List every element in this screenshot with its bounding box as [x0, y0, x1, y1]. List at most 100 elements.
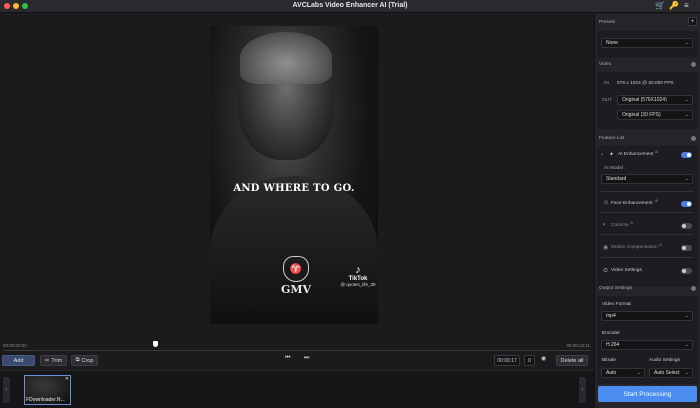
face-enhancement-toggle[interactable]: [681, 201, 692, 207]
video-format-label: Video Format: [602, 302, 631, 307]
edit-toolbar: Add ✂ Trim ⧉ Crop ⏮ ⏭ 00:00:17 0 ◉ Delet…: [0, 354, 594, 370]
presets-dropdown[interactable]: None ⌄: [601, 38, 693, 48]
eye-icon[interactable]: ◉: [541, 355, 546, 362]
timeline-end-time: 00:00:12:11: [566, 343, 590, 348]
title-bar: AVCLabs Video Enhancer AI (Trial) 🛒 🔑 ≡: [0, 0, 700, 13]
in-label: IN: [604, 81, 609, 86]
chevron-down-icon: ⌄: [684, 313, 689, 319]
colorize-toggle[interactable]: [681, 223, 692, 229]
video-info-icon[interactable]: [691, 62, 696, 67]
out-resolution-dropdown[interactable]: Original (576X1024) ⌄: [617, 95, 693, 105]
presets-title: Presets: [599, 20, 616, 25]
feature-list-title: Feature List: [599, 136, 625, 141]
colorize-label: Colorize: [611, 223, 629, 228]
cart-icon[interactable]: 🛒: [655, 1, 665, 10]
ai-model-dropdown[interactable]: Standard ⌄: [601, 174, 693, 184]
palette-icon: ◐: [603, 222, 607, 228]
chevron-down-icon: ⌄: [684, 370, 689, 376]
magic-wand-icon: ✦: [609, 152, 615, 158]
presets-panel: None ⌄: [597, 31, 698, 58]
ai-model-label: AI Model :: [604, 166, 626, 171]
motion-compensation-sup: AI: [659, 243, 663, 247]
close-icon[interactable]: ✕: [65, 376, 69, 382]
strip-left-arrow-icon[interactable]: ‹: [3, 377, 10, 403]
add-preset-icon[interactable]: +: [688, 17, 697, 26]
video-section-title: Video: [599, 62, 612, 67]
face-enhancement-sup: AI: [655, 199, 659, 203]
feature-list-info-icon[interactable]: [691, 136, 696, 141]
chevron-down-icon: ⌄: [636, 370, 641, 376]
key-icon[interactable]: 🔑: [669, 1, 679, 10]
encoder-dropdown[interactable]: H.264 ⌄: [601, 340, 693, 350]
crop-button[interactable]: ⧉ Crop: [71, 355, 98, 366]
chevron-down-icon: ⌄: [684, 97, 689, 103]
out-label: OUT: [602, 98, 613, 103]
add-button-label: Add: [13, 357, 24, 364]
feature-list-panel: ⌄ ✦ AI Enhancement AI AI Model : Standar…: [597, 146, 698, 286]
start-processing-button[interactable]: Start Processing: [598, 386, 697, 402]
timeline[interactable]: 00:00:00:00 00:00:12:11: [0, 340, 594, 354]
divider: [601, 234, 694, 235]
crop-icon: ⧉: [75, 357, 80, 363]
chevron-down-icon: ⌄: [684, 342, 689, 348]
playhead-handle[interactable]: [153, 341, 158, 347]
divider: [601, 191, 694, 192]
motion-compensation-toggle[interactable]: [681, 245, 692, 251]
out-fps-dropdown[interactable]: Original (30 FPS) ⌄: [617, 110, 693, 120]
output-settings-panel: Video Format mp4 ⌄ Encoder H.264 ⌄ Bitrate…: [597, 296, 698, 384]
chevron-down-icon: ⌄: [684, 112, 689, 118]
preview-area: AND WHERE TO GO. ♈ GMV ♪ TikTok @ quotes…: [0, 14, 594, 340]
out-fps-value: Original (30 FPS): [622, 112, 661, 118]
divider: [601, 257, 694, 258]
gmv-text: GMV: [280, 283, 312, 296]
timeline-start-time: 00:00:00:00: [3, 343, 27, 348]
ai-enhancement-toggle[interactable]: [681, 152, 692, 158]
audio-settings-dropdown[interactable]: Auto Select ⌄: [649, 368, 693, 378]
encoder-label: Encoder: [602, 331, 620, 336]
ai-model-value: Standard: [606, 176, 627, 182]
goat-logo-icon: ♈: [283, 256, 309, 282]
ai-enhancement-sup: AI: [655, 150, 659, 154]
output-settings-title: Output Settings: [599, 286, 633, 291]
next-frame-icon[interactable]: ⏭: [304, 355, 309, 362]
audio-settings-value: Auto Select: [654, 370, 680, 376]
menu-icon[interactable]: ≡: [684, 1, 689, 10]
video-settings-toggle[interactable]: [681, 268, 692, 274]
frame-field[interactable]: 0: [524, 355, 535, 366]
settings-sidebar: Presets + None ⌄ Video IN 576 x 1024 @ 30…: [594, 14, 700, 408]
delete-all-button[interactable]: Delete all: [556, 355, 588, 366]
tiktok-user: @ quotes_life_39: [340, 282, 376, 287]
video-format-dropdown[interactable]: mp4 ⌄: [601, 311, 693, 321]
presets-value: None: [606, 40, 618, 46]
bitrate-value: Auto: [606, 370, 617, 376]
gmv-watermark: ♈ GMV: [276, 256, 316, 296]
scissors-icon: ✂: [44, 357, 50, 364]
clip-strip: ‹ ✕ FDownloader.N... ›: [0, 370, 594, 408]
video-caption: AND WHERE TO GO.: [233, 183, 355, 194]
start-processing-label: Start Processing: [623, 390, 672, 398]
encoder-value: H.264: [606, 342, 620, 348]
in-value: 576 x 1024 @ 30.000 FPS: [617, 81, 674, 86]
motion-icon: ◉: [603, 245, 609, 251]
trim-button[interactable]: ✂ Trim: [40, 355, 67, 366]
timeline-track[interactable]: [4, 350, 590, 351]
tiktok-watermark: ♪ TikTok @ quotes_life_39: [338, 264, 378, 287]
chevron-down-icon: ⌄: [684, 40, 689, 46]
bitrate-dropdown[interactable]: Auto ⌄: [601, 368, 645, 378]
strip-right-arrow-icon[interactable]: ›: [579, 377, 586, 403]
previous-frame-icon[interactable]: ⏮: [285, 355, 290, 362]
bitrate-label: Bitrate: [602, 358, 616, 363]
time-field[interactable]: 00:00:17: [494, 355, 520, 366]
ai-enhancement-label: AI Enhancement: [618, 152, 654, 157]
video-preview[interactable]: AND WHERE TO GO. ♈ GMV ♪ TikTok @ quotes…: [210, 26, 378, 324]
output-settings-info-icon[interactable]: [691, 286, 696, 291]
chevron-down-icon: ⌄: [684, 176, 689, 182]
collapse-chevron-icon[interactable]: ⌄: [600, 152, 604, 157]
clip-thumbnail[interactable]: ✕ FDownloader.N...: [24, 375, 71, 405]
face-icon: ☺: [603, 200, 610, 206]
face-enhancement-label: Face Enhancement: [611, 201, 653, 206]
window-title: AVCLabs Video Enhancer AI (Trial): [292, 2, 408, 9]
motion-compensation-label: Motion Compensation: [611, 245, 658, 250]
add-button[interactable]: Add: [2, 355, 35, 366]
tiktok-icon: ♪: [355, 264, 361, 276]
